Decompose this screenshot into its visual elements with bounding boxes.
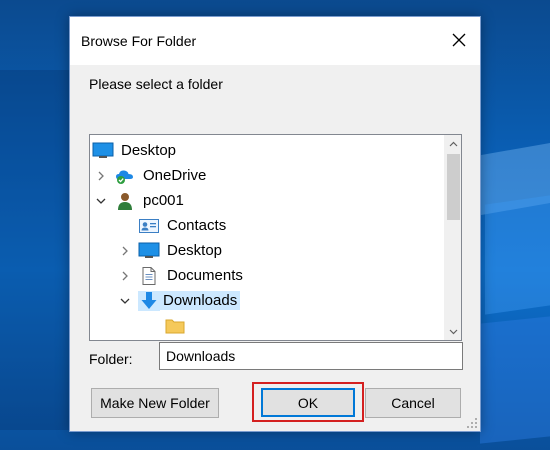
close-icon (452, 33, 466, 47)
make-new-folder-button[interactable]: Make New Folder (91, 388, 219, 418)
tree-item-label: Contacts (167, 217, 227, 234)
scroll-thumb[interactable] (447, 154, 460, 220)
tree-item-label: Documents (167, 267, 243, 284)
contacts-icon (138, 216, 160, 236)
folder-name-input[interactable] (159, 342, 463, 370)
documents-icon (138, 266, 160, 286)
tree-item-downloads[interactable]: Downloads (118, 288, 444, 313)
ok-highlight-box: OK (252, 382, 364, 422)
wallpaper-shade (0, 70, 80, 430)
browse-for-folder-dialog: Browse For Folder Please select a folder… (69, 16, 481, 432)
folder-tree[interactable]: Desktop OneDrive pc001 Contacts Desktop … (89, 134, 462, 341)
tree-item-label: Desktop (167, 242, 223, 259)
downloads-icon (138, 290, 160, 311)
scroll-up-button[interactable] (445, 135, 461, 152)
desktop-icon (92, 141, 114, 161)
wallpaper-light-beam (480, 316, 550, 444)
close-button[interactable] (442, 25, 476, 55)
scroll-down-button[interactable] (445, 323, 461, 340)
tree-item-label: pc001 (143, 192, 184, 209)
chevron-down-icon[interactable] (118, 294, 132, 308)
folder-label: Folder: (89, 351, 133, 367)
chevron-right-icon[interactable] (118, 244, 132, 258)
chevron-down-icon (449, 329, 458, 334)
tree-rows: Desktop OneDrive pc001 Contacts Desktop … (90, 135, 444, 340)
dialog-title: Browse For Folder (81, 33, 197, 49)
chevron-right-icon[interactable] (94, 169, 108, 183)
onedrive-icon (114, 166, 136, 186)
tree-item-pc001[interactable]: pc001 (94, 188, 444, 213)
wallpaper-light-beam (485, 195, 550, 315)
tree-item-label: OneDrive (143, 167, 207, 184)
tree-item-desktop[interactable]: Desktop (92, 138, 444, 163)
instruction-text: Please select a folder (89, 76, 223, 92)
tree-item-user-desktop[interactable]: Desktop (118, 238, 444, 263)
tree-scrollbar[interactable] (444, 135, 461, 340)
tree-item-label: Downloads (160, 291, 241, 310)
tree-item-documents[interactable]: Documents (118, 263, 444, 288)
folder-icon (164, 316, 186, 336)
title-bar[interactable]: Browse For Folder (70, 17, 480, 65)
tree-item-onedrive[interactable]: OneDrive (94, 163, 444, 188)
tree-item-contacts[interactable]: Contacts (138, 213, 444, 238)
chevron-up-icon (449, 141, 458, 146)
tree-item-label: Desktop (121, 142, 177, 159)
chevron-right-icon[interactable] (118, 269, 132, 283)
tree-item-partial[interactable] (164, 313, 444, 338)
user-icon (114, 191, 136, 211)
cancel-button[interactable]: Cancel (365, 388, 461, 418)
desktop-icon (138, 241, 160, 261)
resize-grip-icon[interactable] (466, 417, 478, 429)
chevron-down-icon[interactable] (94, 194, 108, 208)
ok-button[interactable]: OK (261, 388, 355, 417)
